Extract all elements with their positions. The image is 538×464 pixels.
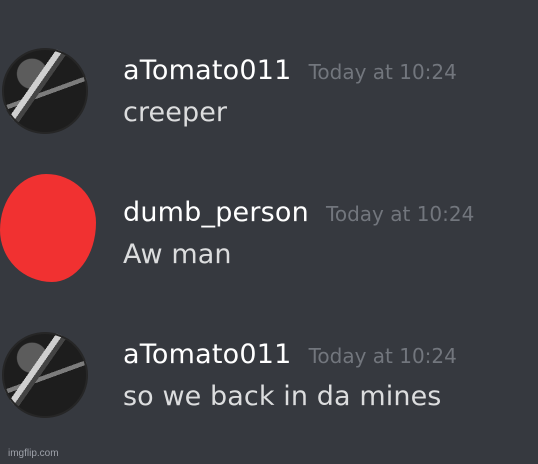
photo-avatar-icon[interactable] xyxy=(2,332,88,418)
red-scribble-avatar-icon[interactable] xyxy=(0,174,96,282)
message-header: dumb_person Today at 10:24 xyxy=(123,196,474,230)
timestamp: Today at 10:24 xyxy=(308,60,457,84)
username[interactable]: aTomato011 xyxy=(123,54,291,88)
message-text: Aw man xyxy=(123,239,232,270)
message-2: dumb_person Today at 10:24 Aw man xyxy=(0,174,538,300)
message-1: aTomato011 Today at 10:24 creeper xyxy=(0,48,538,158)
message-3: aTomato011 Today at 10:24 so we back in … xyxy=(0,332,538,442)
photo-avatar-icon[interactable] xyxy=(2,48,88,134)
watermark: imgflip.com xyxy=(8,448,59,459)
chat-log: aTomato011 Today at 10:24 creeper dumb_p… xyxy=(0,0,538,464)
username[interactable]: aTomato011 xyxy=(123,338,291,372)
message-text: creeper xyxy=(123,97,228,128)
timestamp: Today at 10:24 xyxy=(308,344,457,368)
message-text: so we back in da mines xyxy=(123,381,442,412)
message-header: aTomato011 Today at 10:24 xyxy=(123,54,457,88)
timestamp: Today at 10:24 xyxy=(326,202,475,226)
message-header: aTomato011 Today at 10:24 xyxy=(123,338,457,372)
username[interactable]: dumb_person xyxy=(123,196,309,230)
